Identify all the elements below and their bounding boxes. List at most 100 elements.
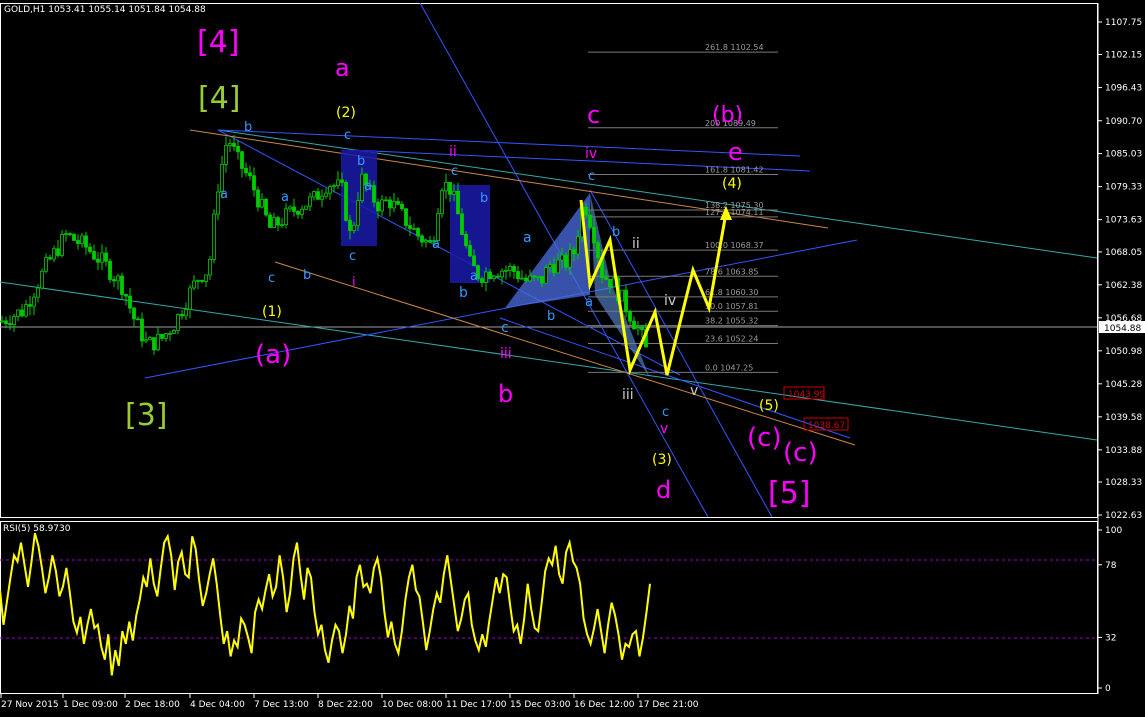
time-axis: 27 Nov 2015 1 Dec 09:00 2 Dec 18:00 4 Dec 0… xyxy=(0,694,699,710)
candle-body xyxy=(236,145,240,153)
wave-label-minor: b xyxy=(480,191,488,206)
wave-label: v xyxy=(690,383,698,399)
wave-label-minor: b xyxy=(547,309,555,324)
candle-body xyxy=(332,185,336,188)
candle-body xyxy=(424,240,428,243)
candle-body xyxy=(128,295,132,309)
candle-body xyxy=(496,275,500,278)
candle-body xyxy=(480,278,484,283)
candle-body xyxy=(56,248,60,256)
wave-label: (b) xyxy=(712,103,743,128)
candle-body xyxy=(504,269,508,272)
candle-body xyxy=(380,199,384,212)
candle-body xyxy=(572,249,576,255)
wave-label: (c) xyxy=(747,423,782,453)
wave-label: [4] xyxy=(197,25,240,60)
candle-body xyxy=(280,224,284,226)
candle-body xyxy=(252,175,256,191)
candle-body xyxy=(488,271,492,280)
candle-body xyxy=(512,266,516,272)
candle-body xyxy=(168,333,172,335)
time-tick-label: 4 Dec 04:00 xyxy=(190,700,245,710)
wave-label-minor: c xyxy=(344,128,351,143)
candle-body xyxy=(36,287,40,298)
time-tick-label: 11 Dec 17:00 xyxy=(446,700,507,710)
candle-body xyxy=(64,233,68,235)
wave-label-minor: a xyxy=(470,269,478,284)
candle-body xyxy=(260,198,264,208)
candle-body xyxy=(608,279,612,288)
fib-level-label: 23.6 1052.24 xyxy=(705,335,758,344)
candle-body xyxy=(588,214,592,228)
candle-body xyxy=(632,320,636,330)
rsi-tick-label: 78 xyxy=(1105,561,1117,571)
price-tick-label: 1085.03 xyxy=(1105,150,1142,160)
price-tick-label: 1045.28 xyxy=(1105,380,1142,390)
wave-label: e xyxy=(728,138,743,166)
rsi-tick-label: 0 xyxy=(1105,684,1111,694)
candle-body xyxy=(100,252,104,263)
wave-label: i xyxy=(352,275,356,290)
candle-body xyxy=(132,307,136,320)
candle-body xyxy=(292,206,296,212)
candle-body xyxy=(376,201,380,212)
price-tick-label: 1039.58 xyxy=(1105,413,1142,423)
price-tick-label: 1062.38 xyxy=(1105,281,1142,291)
candle-body xyxy=(172,329,176,334)
chart-header: GOLD,H1 1053.41 1055.14 1051.84 1054.88 xyxy=(4,5,206,15)
candle-body xyxy=(372,185,376,203)
wave-label-minor: a xyxy=(585,295,593,310)
candle-body xyxy=(384,199,388,202)
candle-body xyxy=(492,275,496,280)
candle-body xyxy=(556,259,560,274)
candle-body xyxy=(628,311,632,322)
candle-body xyxy=(500,270,504,278)
candle-body xyxy=(416,228,420,237)
price-axis: 1107.75 1102.15 1096.43 1090.70 1085.03 1079.… xyxy=(1098,18,1142,521)
candle-body xyxy=(20,309,24,317)
fib-level-label: 261.8 1102.54 xyxy=(705,43,764,52)
wave-label: d xyxy=(656,476,671,504)
rsi-header: RSI(5) 58.9730 xyxy=(3,524,70,534)
price-tick-label: 1050.98 xyxy=(1105,347,1142,357)
candle-body xyxy=(80,235,84,244)
candle-body xyxy=(472,255,476,267)
candle-body xyxy=(568,249,572,268)
candle-body xyxy=(144,339,148,342)
candle-body xyxy=(240,151,244,169)
fib-level-label: 161.8 1081.42 xyxy=(705,165,764,174)
price-chart[interactable]: 261.8 1102.54200 1089.49161.8 1081.42138… xyxy=(0,0,1145,717)
candle-body xyxy=(584,206,588,216)
candle-body xyxy=(420,235,424,243)
candle-body xyxy=(620,289,624,302)
candle-body xyxy=(484,271,488,283)
candle-body xyxy=(188,287,192,310)
candle-body xyxy=(460,213,464,235)
candle-body xyxy=(356,200,360,226)
candle-body xyxy=(268,214,272,228)
candle-body xyxy=(272,217,276,228)
rsi-name: RSI(5) xyxy=(3,524,31,534)
candle-body xyxy=(28,304,32,307)
candle-body xyxy=(256,189,260,208)
candle-body xyxy=(160,333,164,339)
candle-body xyxy=(448,182,452,195)
candle-body xyxy=(96,258,100,263)
wave-label: c xyxy=(501,320,509,336)
time-tick-label: 8 Dec 22:00 xyxy=(318,700,373,710)
candle-body xyxy=(596,242,600,259)
rsi-value: 58.9730 xyxy=(33,524,71,534)
wave-label: (a) xyxy=(255,340,291,370)
candle-body xyxy=(312,191,316,198)
candle-body xyxy=(412,228,416,230)
candle-body xyxy=(636,327,640,330)
current-price-label: 1054.88 xyxy=(1104,324,1141,334)
wave-label-minor: a xyxy=(432,237,440,252)
candle-body xyxy=(248,172,252,177)
candle-body xyxy=(564,254,568,268)
price-tick-label: 1079.33 xyxy=(1105,183,1142,193)
wave-label: (3) xyxy=(652,452,672,468)
wave-label: (1) xyxy=(262,304,282,320)
candle-body xyxy=(624,289,628,313)
wave-label: a xyxy=(523,230,532,246)
